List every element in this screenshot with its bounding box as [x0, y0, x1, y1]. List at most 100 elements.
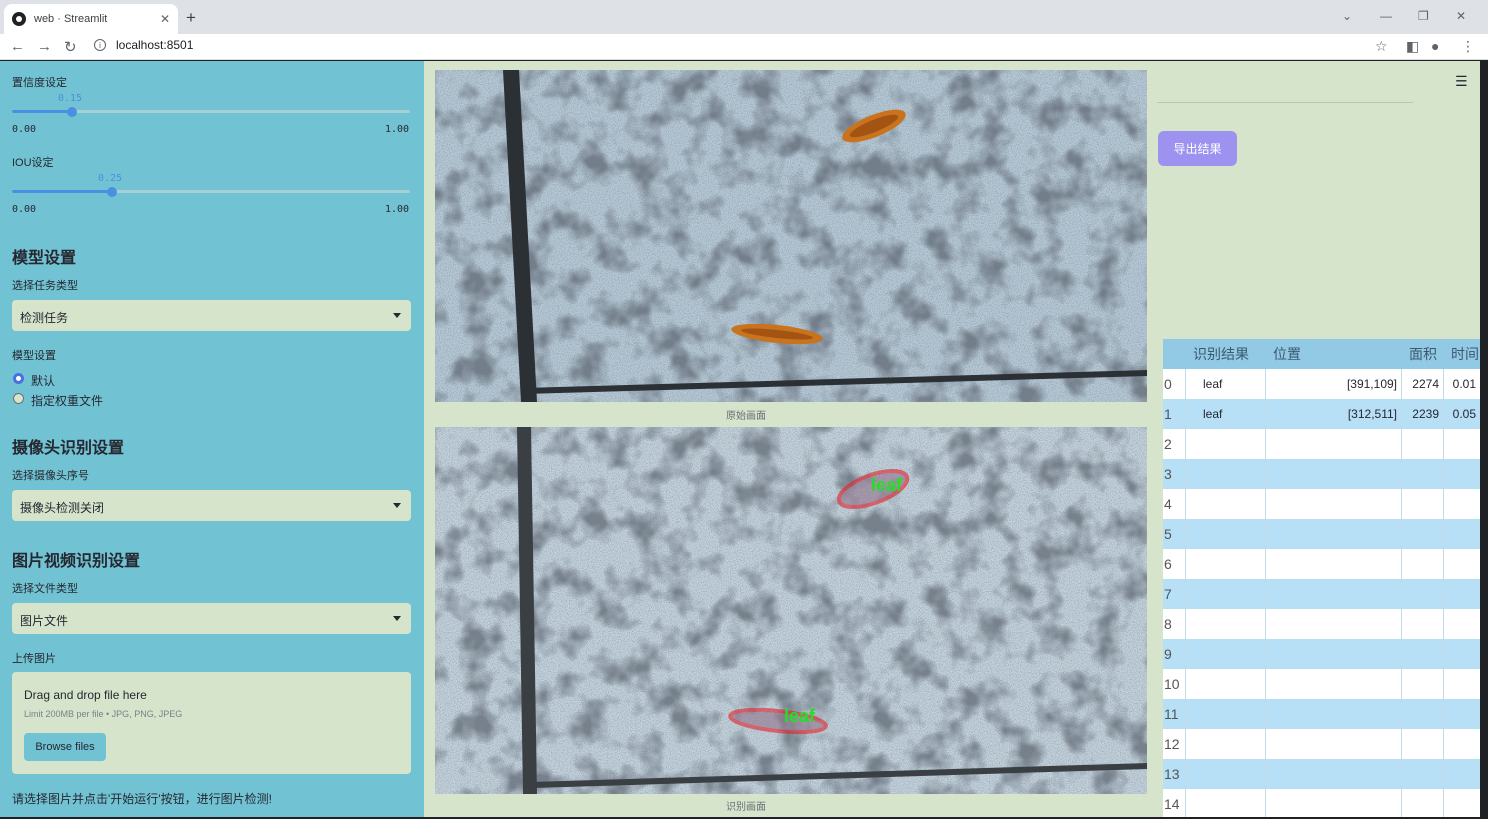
browse-files-button[interactable]: Browse files [24, 733, 106, 761]
table-column-divider [1185, 369, 1186, 399]
table-cell-index: 6 [1164, 556, 1172, 572]
restore-icon[interactable]: ❐ [1418, 9, 1429, 23]
table-row[interactable]: 12 [1163, 729, 1480, 759]
table-cell-result [1203, 639, 1265, 669]
profile-avatar-icon[interactable]: ● [1431, 38, 1439, 54]
file-type-label: 选择文件类型 [12, 583, 78, 595]
table-column-divider [1185, 549, 1186, 579]
table-row[interactable]: 14 [1163, 789, 1480, 817]
camera-index-select[interactable]: 摄像头检测关闭 [12, 490, 411, 521]
export-results-button[interactable]: 导出结果 [1158, 131, 1237, 166]
task-type-label: 选择任务类型 [12, 280, 78, 292]
table-row[interactable]: 10 [1163, 669, 1480, 699]
table-row[interactable]: 3 [1163, 459, 1480, 489]
iou-value: 0.25 [98, 173, 123, 184]
sidebar: 置信度设定 0.15 0.00 1.00 IOU设定 0.25 0.00 1.0… [0, 61, 424, 817]
table-column-divider [1443, 789, 1444, 817]
table-cell-position: [312,511] [1347, 407, 1397, 421]
table-cell-index: 14 [1164, 796, 1180, 812]
upload-drag-text: Drag and drop file here [24, 688, 147, 702]
forward-icon[interactable]: → [37, 38, 52, 55]
table-row[interactable]: 13 [1163, 759, 1480, 789]
iou-label: IOU设定 [12, 157, 54, 169]
table-cell-index: 7 [1164, 586, 1172, 602]
table-header-position[interactable]: 位置 [1273, 339, 1403, 369]
table-header-index[interactable] [1171, 339, 1187, 369]
table-cell-time [1443, 789, 1476, 817]
table-row[interactable]: 11 [1163, 699, 1480, 729]
site-info-icon[interactable]: i [94, 39, 106, 51]
new-tab-icon[interactable]: + [186, 8, 196, 28]
table-cell-result [1203, 489, 1265, 519]
table-cell-index: 1 [1164, 406, 1172, 422]
table-cell-position [1265, 669, 1397, 699]
table-cell-position [1265, 789, 1397, 817]
file-uploader-dropzone[interactable]: Drag and drop file here Limit 200MB per … [12, 672, 411, 774]
table-column-divider [1401, 789, 1402, 817]
tab-search-icon[interactable]: ⌄ [1342, 9, 1352, 23]
radio-custom-weights-label: 指定权重文件 [31, 394, 104, 408]
table-row[interactable]: 4 [1163, 489, 1480, 519]
window-close-icon[interactable]: ✕ [1456, 9, 1466, 23]
radio-custom-weights[interactable] [13, 393, 24, 404]
table-cell-result [1203, 729, 1265, 759]
iou-slider-thumb[interactable] [106, 187, 117, 197]
radio-default[interactable] [13, 373, 24, 384]
table-cell-position: [391,109] [1346, 377, 1397, 391]
confidence-min: 0.00 [12, 124, 37, 135]
table-cell-index: 0 [1164, 376, 1172, 392]
side-panel-icon[interactable]: ◧ [1406, 38, 1419, 55]
results-table[interactable]: 识别结果 位置 面积 时间 0 leaf [391,109] 2274 0.01 1 leaf [31… [1163, 339, 1480, 817]
minimize-icon[interactable]: — [1380, 9, 1392, 23]
table-column-divider [1265, 369, 1266, 399]
table-cell-index: 5 [1164, 526, 1172, 542]
reload-icon[interactable]: ↻ [64, 38, 77, 56]
task-type-select[interactable]: 检测任务 [12, 300, 411, 331]
file-type-select[interactable]: 图片文件 [12, 603, 411, 634]
iou-min: 0.00 [12, 204, 37, 215]
camera-index-label: 选择摄像头序号 [12, 470, 89, 482]
table-column-divider [1265, 639, 1266, 669]
table-cell-time: 0.05 [1452, 407, 1476, 421]
browser-menu-icon[interactable]: ⋮ [1461, 38, 1475, 55]
browser-tab[interactable]: web · Streamlit ✕ [4, 4, 178, 34]
confidence-label: 置信度设定 [12, 77, 67, 89]
table-header-result[interactable]: 识别结果 [1193, 339, 1267, 369]
table-cell-result [1203, 789, 1265, 817]
table-header-area[interactable]: 面积 [1409, 339, 1445, 369]
table-row[interactable]: 2 [1163, 429, 1480, 459]
table-row[interactable]: 8 [1163, 609, 1480, 639]
table-column-divider [1265, 549, 1266, 579]
table-row[interactable]: 6 [1163, 549, 1480, 579]
table-cell-index: 13 [1164, 766, 1180, 782]
url-field[interactable]: i localhost:8501 [94, 38, 193, 52]
upload-limit-text: Limit 200MB per file • JPG, PNG, JPEG [24, 709, 183, 719]
browser-tab-bar: web · Streamlit ✕ + ⌄ — ❐ ✕ [0, 0, 1488, 34]
table-row[interactable]: 1 leaf [312,511] 2239 0.05 [1163, 399, 1480, 429]
table-column-divider [1401, 549, 1402, 579]
table-header-time[interactable]: 时间 [1451, 339, 1480, 369]
table-cell-time [1443, 729, 1476, 759]
table-column-divider [1265, 759, 1266, 789]
hamburger-menu-icon[interactable]: ☰ [1455, 73, 1468, 90]
table-row[interactable]: 5 [1163, 519, 1480, 549]
back-icon[interactable]: ← [10, 38, 25, 55]
table-cell-area [1401, 729, 1439, 759]
bookmark-star-icon[interactable]: ☆ [1375, 38, 1388, 55]
table-column-divider [1401, 639, 1402, 669]
table-row[interactable]: 0 leaf [391,109] 2274 0.01 [1163, 369, 1480, 399]
confidence-slider-thumb[interactable] [66, 107, 77, 117]
table-header-row: 识别结果 位置 面积 时间 [1163, 339, 1480, 369]
table-column-divider [1265, 729, 1266, 759]
table-column-divider [1401, 519, 1402, 549]
table-column-divider [1443, 669, 1444, 699]
confidence-slider-fill [12, 110, 72, 113]
table-cell-area [1401, 579, 1439, 609]
table-column-divider [1443, 759, 1444, 789]
url-text: localhost:8501 [116, 38, 194, 52]
table-row[interactable]: 7 [1163, 579, 1480, 609]
table-column-divider [1443, 699, 1444, 729]
table-row[interactable]: 9 [1163, 639, 1480, 669]
tab-close-icon[interactable]: ✕ [160, 12, 170, 26]
table-column-divider [1265, 609, 1266, 639]
